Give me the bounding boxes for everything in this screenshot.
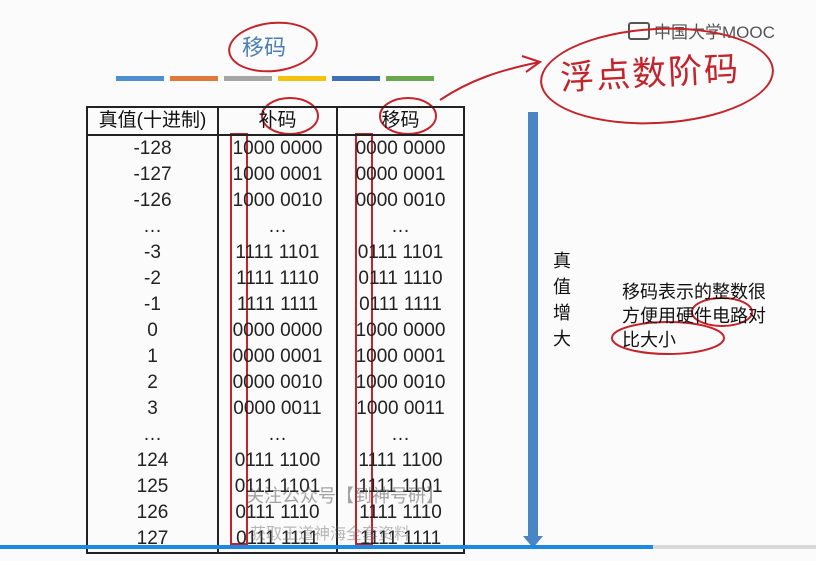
biased-cell: 0000 0010 [336, 188, 465, 214]
header-twos-complement: 补码 [217, 106, 338, 136]
complement-cell: … [217, 422, 338, 448]
arrow-label: 真值增大 [553, 251, 571, 349]
annotation-arrow [439, 61, 541, 101]
complement-cell: 0000 0011 [217, 396, 338, 422]
color-bar [170, 76, 218, 81]
complement-cell: 1111 1101 [217, 240, 338, 266]
table-row: 2 0000 0010 1000 0010 [86, 370, 465, 396]
true-value-cell: -2 [86, 266, 219, 292]
table-row: -128 1000 0000 0000 0000 [86, 135, 465, 162]
biased-cell: 1111 1100 [336, 448, 465, 474]
complement-cell: 0000 0000 [217, 318, 338, 344]
color-bar [386, 76, 434, 81]
table-row: ……… [86, 422, 465, 448]
complement-cell: 0000 0001 [217, 344, 338, 370]
complement-cell: 1000 0010 [217, 188, 338, 214]
biased-cell: 1000 0010 [336, 370, 465, 396]
complement-cell: … [217, 214, 338, 240]
table-row: 3 0000 0011 1000 0011 [86, 396, 465, 422]
header-biased-code: 移码 [336, 106, 465, 136]
biased-cell: 1000 0001 [336, 344, 465, 370]
watermark-account: 关注公众号【到神号研】 [246, 486, 444, 506]
table-row: -1 1111 1111 0111 1111 [86, 292, 465, 318]
true-value-cell: -127 [86, 162, 219, 188]
table-row: ……… [86, 214, 465, 240]
complement-cell: 1000 0001 [217, 162, 338, 188]
biased-cell: 0111 1110 [336, 266, 465, 292]
complement-cell: 1111 1111 [217, 292, 338, 318]
true-value-cell: 3 [86, 396, 219, 422]
increase-arrow-shaft [528, 112, 538, 540]
table-row: -3 1111 1101 0111 1101 [86, 240, 465, 266]
color-bar [116, 76, 164, 81]
annotation-arrowhead [521, 55, 543, 73]
handwritten-note: 浮点数阶码 [559, 49, 742, 99]
true-value-cell: -128 [86, 135, 219, 162]
true-value-cell: 126 [86, 500, 219, 526]
biased-cell: … [336, 422, 465, 448]
color-bar [278, 76, 326, 81]
table-row: 0 0000 0000 1000 0000 [86, 318, 465, 344]
video-progress-fill[interactable] [0, 545, 653, 549]
biased-cell: 1000 0011 [336, 396, 465, 422]
complement-cell: 0111 1100 [217, 448, 338, 474]
true-value-cell: … [86, 422, 219, 448]
complement-cell: 1000 0000 [217, 135, 338, 162]
header-true-value: 真值(十进制) [86, 106, 219, 136]
true-value-cell: 0 [86, 318, 219, 344]
complement-cell: 0000 0010 [217, 370, 338, 396]
biased-cell: 1000 0000 [336, 318, 465, 344]
color-bar [332, 76, 380, 81]
table-header-row: 真值(十进制) 补码 移码 [86, 106, 465, 136]
explanation-note: 移码表示的整数很方便用硬件电路对比大小 [622, 282, 766, 350]
biased-cell: 0000 0000 [336, 135, 465, 162]
table-row: -2 1111 1110 0111 1110 [86, 266, 465, 292]
true-value-cell: 125 [86, 474, 219, 500]
true-value-cell: -1 [86, 292, 219, 318]
table-row: 1 0000 0001 1000 0001 [86, 344, 465, 370]
complement-cell: 1111 1110 [217, 266, 338, 292]
table-row: 124 0111 1100 1111 1100 [86, 448, 465, 474]
watermark-materials: 获取王道神海全套资料 [250, 526, 411, 543]
true-value-cell: 2 [86, 370, 219, 396]
true-value-cell: 124 [86, 448, 219, 474]
table-row: -127 1000 0001 0000 0001 [86, 162, 465, 188]
true-value-cell: … [86, 214, 219, 240]
biased-cell: 0111 1111 [336, 292, 465, 318]
table-row: -126 1000 0010 0000 0010 [86, 188, 465, 214]
color-bar [224, 76, 272, 81]
biased-cell: 0111 1101 [336, 240, 465, 266]
true-value-cell: -3 [86, 240, 219, 266]
biased-cell: 0000 0001 [336, 162, 465, 188]
biased-cell: … [336, 214, 465, 240]
true-value-cell: -126 [86, 188, 219, 214]
title-annotation-circle [225, 17, 321, 77]
true-value-cell: 1 [86, 344, 219, 370]
